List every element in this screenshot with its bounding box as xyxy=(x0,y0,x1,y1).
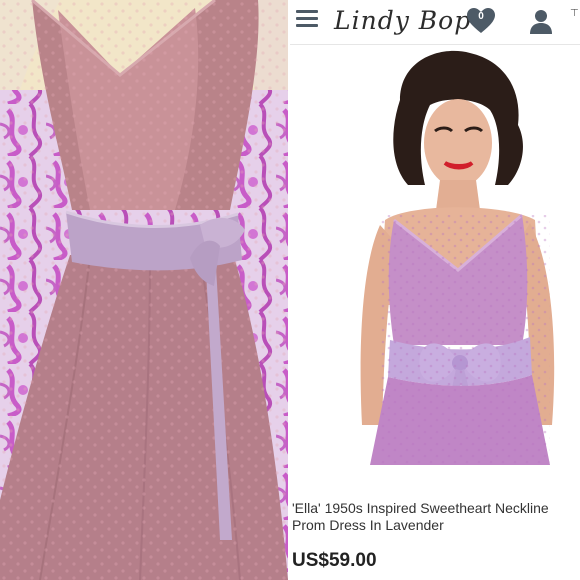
user-icon[interactable] xyxy=(528,8,554,34)
product-price: US$59.00 xyxy=(292,550,377,571)
hamburger-menu-icon[interactable] xyxy=(296,10,318,28)
model-photo xyxy=(290,45,580,465)
brand-logo[interactable]: Lindy Bop xyxy=(334,6,471,35)
product-title[interactable]: 'Ella' 1950s Inspired Sweetheart Necklin… xyxy=(292,500,580,534)
product-title-line-1: 'Ella' 1950s Inspired Sweetheart Necklin… xyxy=(292,500,549,516)
left-dress-photo xyxy=(0,0,288,580)
edge-icon: ⊤ xyxy=(570,8,579,19)
site-header: Lindy Bop 0 ⊤ xyxy=(290,0,580,45)
product-title-line-2: Prom Dress In Lavender xyxy=(292,517,444,533)
wishlist-count: 0 xyxy=(478,11,484,22)
product-screenshot-panel: Lindy Bop 0 ⊤ 'Ella' 1950s Inspired Swee… xyxy=(290,0,580,580)
